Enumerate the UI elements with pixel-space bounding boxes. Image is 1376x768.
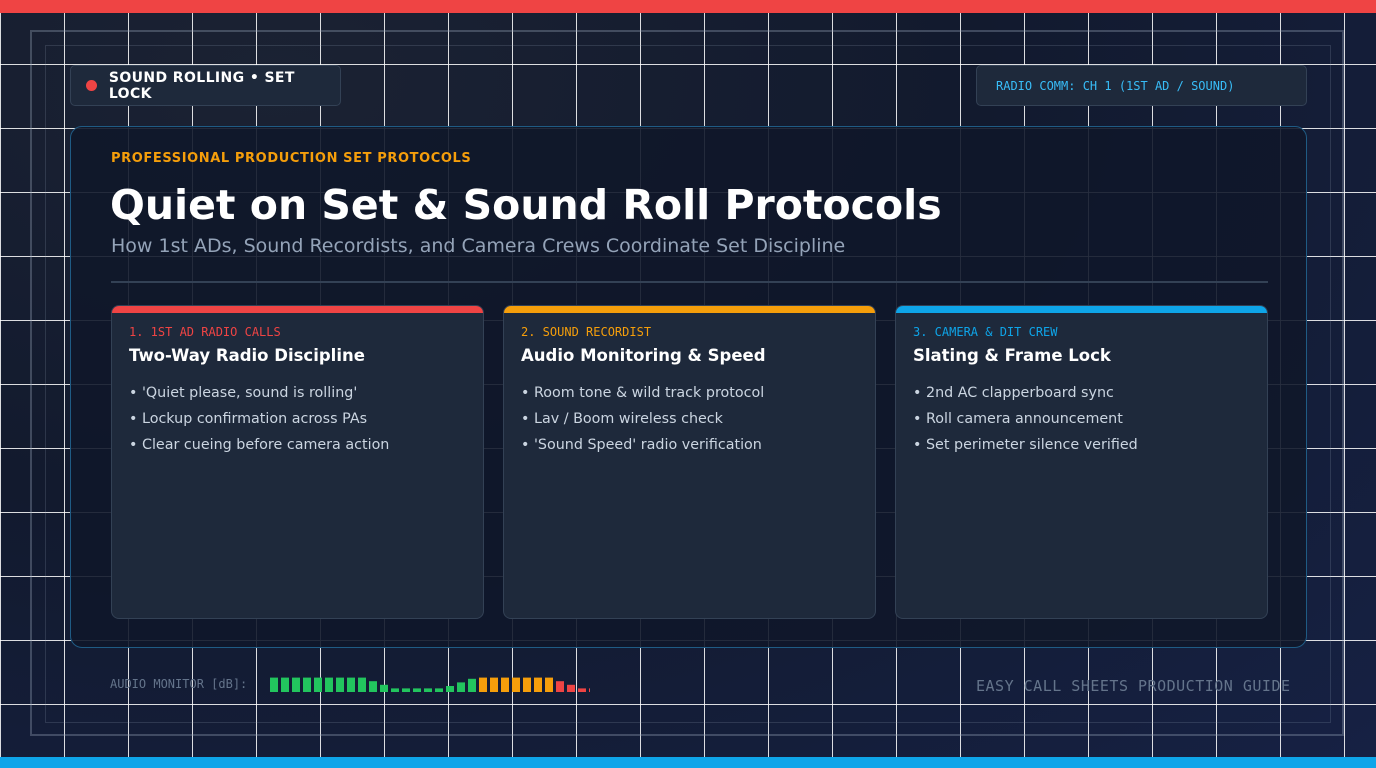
- card-tag: 1. 1ST AD RADIO CALLS: [129, 325, 281, 339]
- meter-bar: [468, 678, 476, 692]
- footer-brand: EASY CALL SHEETS PRODUCTION GUIDE: [976, 677, 1291, 695]
- recording-dot-icon: [86, 80, 97, 91]
- card-camera-dit: 3. CAMERA & DIT CREW Slating & Frame Loc…: [895, 305, 1268, 619]
- list-item: • Lav / Boom wireless check: [521, 411, 723, 427]
- meter-bar: [336, 677, 344, 692]
- eyebrow-label: PROFESSIONAL PRODUCTION SET PROTOCOLS: [111, 151, 472, 166]
- header-divider: [111, 281, 1268, 283]
- audio-level-meter: [270, 677, 590, 692]
- card-title: Two-Way Radio Discipline: [129, 346, 365, 365]
- meter-bar: [578, 688, 586, 692]
- list-item: • Lockup confirmation across PAs: [129, 411, 368, 427]
- meter-bar: [567, 684, 575, 692]
- meter-bar: [303, 677, 311, 692]
- meter-bar: [281, 677, 289, 692]
- meter-bar: [270, 677, 278, 692]
- radio-channel-label: RADIO COMM: CH 1 (1ST AD / SOUND): [996, 78, 1235, 93]
- card-tag: 3. CAMERA & DIT CREW: [913, 325, 1058, 339]
- list-item: • 'Sound Speed' radio verification: [521, 437, 762, 453]
- meter-bar: [501, 677, 509, 692]
- meter-bar: [424, 688, 432, 692]
- card-1st-ad: 1. 1ST AD RADIO CALLS Two-Way Radio Disc…: [111, 305, 484, 619]
- meter-bar: [545, 677, 553, 692]
- meter-bar: [358, 677, 366, 692]
- meter-bar: [556, 681, 564, 692]
- card-list: • 2nd AC clapperboard sync • Roll camera…: [913, 384, 1138, 462]
- meter-bar: [457, 682, 465, 692]
- list-item: • Room tone & wild track protocol: [521, 385, 765, 401]
- top-accent-bar: [0, 0, 1376, 13]
- card-list: • Room tone & wild track protocol • Lav …: [521, 384, 764, 462]
- page-subtitle: How 1st ADs, Sound Recordists, and Camer…: [111, 235, 846, 257]
- meter-bar: [325, 677, 333, 692]
- meter-bar: [589, 688, 590, 692]
- meter-bar: [402, 688, 410, 692]
- card-accent-bar: [112, 306, 483, 313]
- list-item: • 2nd AC clapperboard sync: [913, 385, 1114, 401]
- card-title: Slating & Frame Lock: [913, 346, 1111, 365]
- bottom-accent-bar: [0, 757, 1376, 768]
- meter-bar: [380, 684, 388, 692]
- meter-bar: [446, 686, 454, 692]
- status-pill: SOUND ROLLING • SET LOCK: [70, 65, 341, 106]
- card-sound-recordist: 2. SOUND RECORDIST Audio Monitoring & Sp…: [503, 305, 876, 619]
- card-list: • 'Quiet please, sound is rolling' • Loc…: [129, 384, 389, 462]
- meter-bar: [523, 677, 531, 692]
- radio-channel-pill: RADIO COMM: CH 1 (1ST AD / SOUND): [976, 65, 1307, 106]
- meter-bar: [314, 677, 322, 692]
- card-tag: 2. SOUND RECORDIST: [521, 325, 652, 339]
- list-item: • Clear cueing before camera action: [129, 437, 390, 453]
- main-panel: PROFESSIONAL PRODUCTION SET PROTOCOLS Qu…: [70, 126, 1307, 648]
- meter-bar: [512, 677, 520, 692]
- status-label: SOUND ROLLING • SET LOCK: [108, 69, 295, 102]
- meter-bar: [413, 688, 421, 692]
- card-title: Audio Monitoring & Speed: [521, 346, 766, 365]
- card-accent-bar: [896, 306, 1267, 313]
- audio-monitor-label: AUDIO MONITOR [dB]:: [110, 677, 248, 691]
- meter-bar: [369, 681, 377, 692]
- page-title: Quiet on Set & Sound Roll Protocols: [110, 181, 942, 229]
- meter-bar: [292, 677, 300, 692]
- list-item: • Roll camera announcement: [913, 411, 1123, 427]
- list-item: • Set perimeter silence verified: [913, 437, 1138, 453]
- card-accent-bar: [504, 306, 875, 313]
- meter-bar: [490, 677, 498, 692]
- meter-bar: [391, 688, 399, 692]
- meter-bar: [435, 688, 443, 692]
- meter-bar: [479, 677, 487, 692]
- meter-bar: [534, 677, 542, 692]
- meter-bar: [347, 677, 355, 692]
- list-item: • 'Quiet please, sound is rolling': [129, 385, 358, 401]
